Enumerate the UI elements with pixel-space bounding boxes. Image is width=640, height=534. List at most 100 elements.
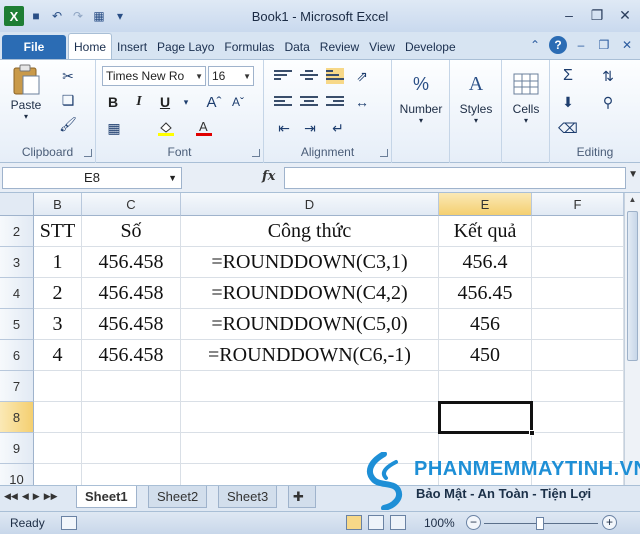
cell-d5[interactable]: =ROUNDDOWN(C5,0) bbox=[181, 309, 439, 340]
font-size-combo[interactable]: 16 ▼ bbox=[208, 66, 254, 86]
insert-function-icon[interactable]: fx bbox=[262, 169, 275, 184]
cell-f2[interactable] bbox=[532, 216, 624, 247]
save-icon[interactable]: ■ bbox=[27, 7, 45, 25]
wrap-text-icon[interactable]: ↵ bbox=[328, 118, 348, 138]
minimize-ribbon-icon[interactable]: ⌃ bbox=[526, 36, 544, 54]
font-launcher-icon[interactable] bbox=[252, 149, 260, 157]
cell-b3[interactable]: 1 bbox=[34, 247, 82, 278]
cut-icon[interactable]: ✂ bbox=[58, 66, 78, 86]
column-header-d[interactable]: D bbox=[181, 193, 439, 216]
tab-page-layout[interactable]: Page Layo bbox=[152, 35, 219, 59]
borders-icon[interactable]: ▦ bbox=[104, 118, 124, 138]
row-header-3[interactable]: 3 bbox=[0, 247, 34, 278]
find-select-icon[interactable]: ⚲ bbox=[598, 92, 618, 112]
workbook-close-icon[interactable]: ✕ bbox=[618, 36, 636, 54]
select-all-corner[interactable] bbox=[0, 193, 34, 216]
paste-button[interactable]: Paste ▾ bbox=[10, 64, 42, 121]
align-bottom-icon[interactable] bbox=[326, 68, 344, 84]
first-sheet-icon[interactable]: ◀◀ bbox=[4, 491, 18, 502]
row-header-7[interactable]: 7 bbox=[0, 371, 34, 402]
clipboard-launcher-icon[interactable] bbox=[84, 149, 92, 157]
number-format-button[interactable]: % Number ▾ bbox=[396, 68, 446, 126]
row-header-8[interactable]: 8 bbox=[0, 402, 34, 433]
tab-file[interactable]: File bbox=[2, 35, 66, 59]
help-icon[interactable]: ? bbox=[549, 36, 567, 54]
cell-f5[interactable] bbox=[532, 309, 624, 340]
decrease-font-icon[interactable]: Aˇ bbox=[228, 92, 248, 112]
close-icon[interactable]: ✕ bbox=[614, 6, 636, 24]
cell-e6[interactable]: 450 bbox=[439, 340, 532, 371]
cell-d2[interactable]: Công thức bbox=[181, 216, 439, 247]
tab-home[interactable]: Home bbox=[68, 33, 113, 59]
tab-data[interactable]: Data bbox=[279, 35, 314, 59]
cell-b8[interactable] bbox=[34, 402, 82, 433]
next-sheet-icon[interactable]: ▶ bbox=[33, 491, 40, 502]
cell-e4[interactable]: 456.45 bbox=[439, 278, 532, 309]
row-header-5[interactable]: 5 bbox=[0, 309, 34, 340]
workbook-restore-icon[interactable]: ❐ bbox=[595, 36, 613, 54]
vertical-scrollbar[interactable]: ▲ bbox=[624, 193, 640, 485]
excel-logo-icon[interactable]: X bbox=[4, 6, 24, 26]
row-header-10[interactable]: 10 bbox=[0, 464, 34, 485]
cell-d3[interactable]: =ROUNDDOWN(C3,1) bbox=[181, 247, 439, 278]
cell-f3[interactable] bbox=[532, 247, 624, 278]
underline-dropdown-icon[interactable]: ▾ bbox=[176, 92, 196, 112]
cell-b7[interactable] bbox=[34, 371, 82, 402]
redo-icon[interactable]: ↷ bbox=[69, 7, 87, 25]
sheet-tab-sheet2[interactable]: Sheet2 bbox=[148, 486, 208, 508]
row-header-2[interactable]: 2 bbox=[0, 216, 34, 247]
cell-d8[interactable] bbox=[181, 402, 439, 433]
cell-f4[interactable] bbox=[532, 278, 624, 309]
decrease-indent-icon[interactable]: ⇤ bbox=[274, 118, 294, 138]
tab-review[interactable]: Review bbox=[315, 35, 364, 59]
copy-icon[interactable]: ❏ bbox=[58, 90, 78, 110]
autosum-icon[interactable]: Σ bbox=[558, 66, 578, 86]
prev-sheet-icon[interactable]: ◀ bbox=[22, 491, 29, 502]
cell-c6[interactable]: 456.458 bbox=[82, 340, 181, 371]
customize-qat-icon[interactable]: ▾ bbox=[111, 7, 129, 25]
orientation-icon[interactable]: ⇗ bbox=[352, 66, 372, 86]
tab-formulas[interactable]: Formulas bbox=[219, 35, 279, 59]
styles-button[interactable]: A Styles ▾ bbox=[452, 68, 500, 126]
font-color-icon[interactable]: A bbox=[194, 118, 214, 138]
expand-formula-bar-icon[interactable]: ▼ bbox=[628, 169, 638, 180]
page-layout-view-icon[interactable] bbox=[368, 515, 384, 530]
sort-filter-icon[interactable]: ⇅ bbox=[598, 66, 618, 86]
cell-b2[interactable]: STT bbox=[34, 216, 82, 247]
undo-icon[interactable]: ↶ bbox=[48, 7, 66, 25]
last-sheet-icon[interactable]: ▶▶ bbox=[44, 491, 58, 502]
align-middle-icon[interactable] bbox=[300, 68, 318, 84]
normal-view-icon[interactable] bbox=[346, 515, 362, 530]
formula-input[interactable] bbox=[284, 167, 626, 189]
fill-icon[interactable]: ⬇ bbox=[558, 92, 578, 112]
macro-record-icon[interactable] bbox=[60, 516, 77, 530]
scroll-thumb[interactable] bbox=[627, 211, 638, 361]
cell-b10[interactable] bbox=[34, 464, 82, 485]
column-header-b[interactable]: B bbox=[34, 193, 82, 216]
cell-b6[interactable]: 4 bbox=[34, 340, 82, 371]
format-painter-icon[interactable]: 🖌 bbox=[58, 114, 78, 134]
cell-c5[interactable]: 456.458 bbox=[82, 309, 181, 340]
clear-icon[interactable]: ⌫ bbox=[558, 118, 578, 138]
align-center-icon[interactable] bbox=[300, 94, 318, 110]
bold-button[interactable]: B bbox=[104, 92, 122, 112]
increase-font-icon[interactable]: Aˆ bbox=[204, 92, 224, 112]
page-break-view-icon[interactable] bbox=[390, 515, 406, 530]
cell-f7[interactable] bbox=[532, 371, 624, 402]
font-name-combo[interactable]: Times New Ro ▼ bbox=[102, 66, 206, 86]
cell-b5[interactable]: 3 bbox=[34, 309, 82, 340]
tab-view[interactable]: View bbox=[364, 35, 400, 59]
restore-icon[interactable]: ❐ bbox=[586, 6, 608, 24]
cell-b9[interactable] bbox=[34, 433, 82, 464]
sheet-tab-sheet3[interactable]: Sheet3 bbox=[218, 486, 278, 508]
worksheet-grid[interactable]: B C D E F 2 STT Số Công thức Kết quả 3 1 456.458 =ROU… bbox=[0, 193, 624, 485]
cell-c7[interactable] bbox=[82, 371, 181, 402]
column-header-f[interactable]: F bbox=[532, 193, 624, 216]
cell-c9[interactable] bbox=[82, 433, 181, 464]
zoom-in-icon[interactable]: + bbox=[602, 515, 617, 530]
minimize-icon[interactable]: – bbox=[558, 6, 580, 24]
insert-sheet-icon[interactable]: ✚ bbox=[288, 486, 316, 508]
cell-c10[interactable] bbox=[82, 464, 181, 485]
fill-handle[interactable] bbox=[529, 430, 535, 436]
tab-insert[interactable]: Insert bbox=[112, 35, 152, 59]
